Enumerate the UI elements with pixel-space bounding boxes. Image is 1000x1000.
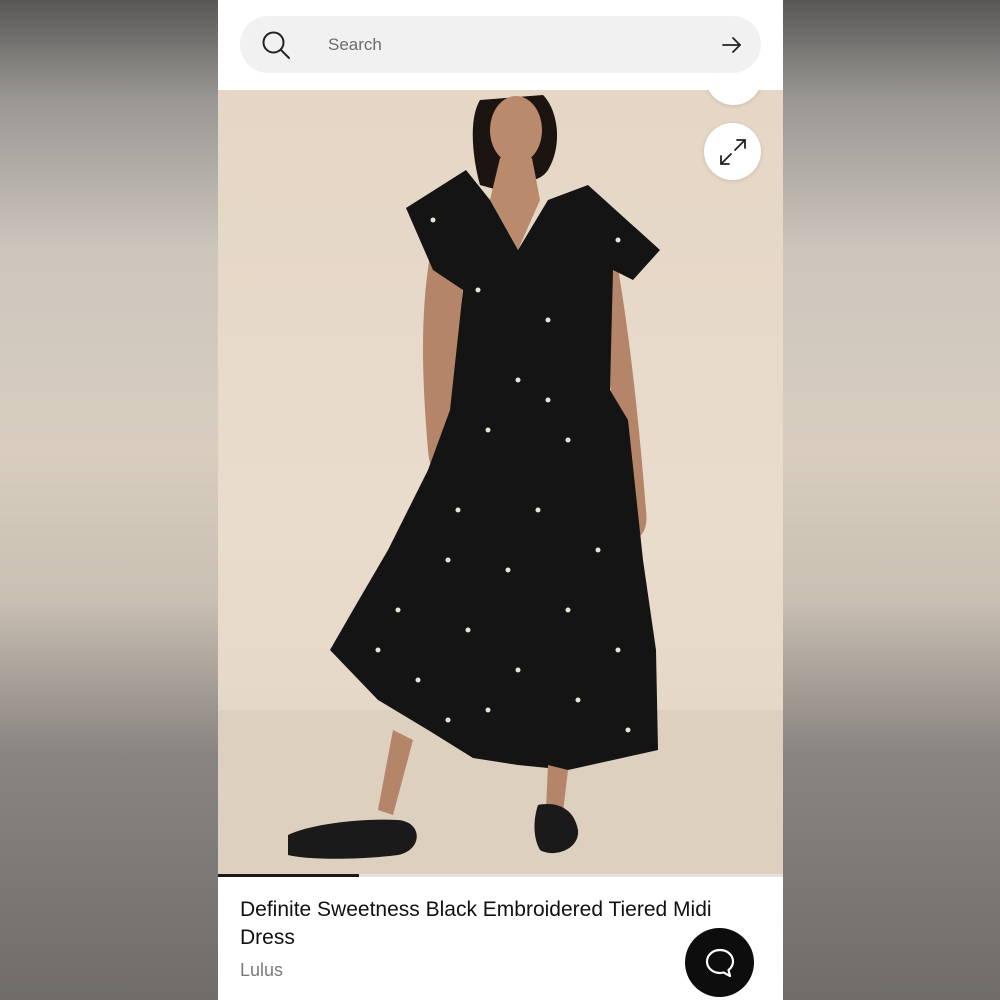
search-icon[interactable] — [260, 29, 292, 61]
expand-icon — [719, 138, 746, 165]
search-input[interactable] — [328, 32, 708, 58]
expand-image-button[interactable] — [704, 123, 761, 180]
search-header — [218, 0, 783, 90]
product-title: Definite Sweetness Black Embroidered Tie… — [240, 898, 712, 949]
product-image[interactable] — [218, 90, 783, 876]
arrow-right-icon[interactable] — [721, 34, 743, 56]
chat-button[interactable] — [685, 928, 754, 997]
image-progress-fill — [218, 874, 360, 877]
product-page: Definite Sweetness Black Embroidered Tie… — [218, 0, 783, 1000]
blurred-background-right — [783, 0, 1000, 1000]
model-photo — [218, 95, 783, 876]
image-progress-bar — [218, 874, 783, 877]
product-brand[interactable]: Lulus — [240, 960, 283, 981]
search-bar[interactable] — [240, 16, 761, 73]
chat-bubble-icon — [705, 948, 734, 977]
blurred-background-left — [0, 0, 218, 1000]
